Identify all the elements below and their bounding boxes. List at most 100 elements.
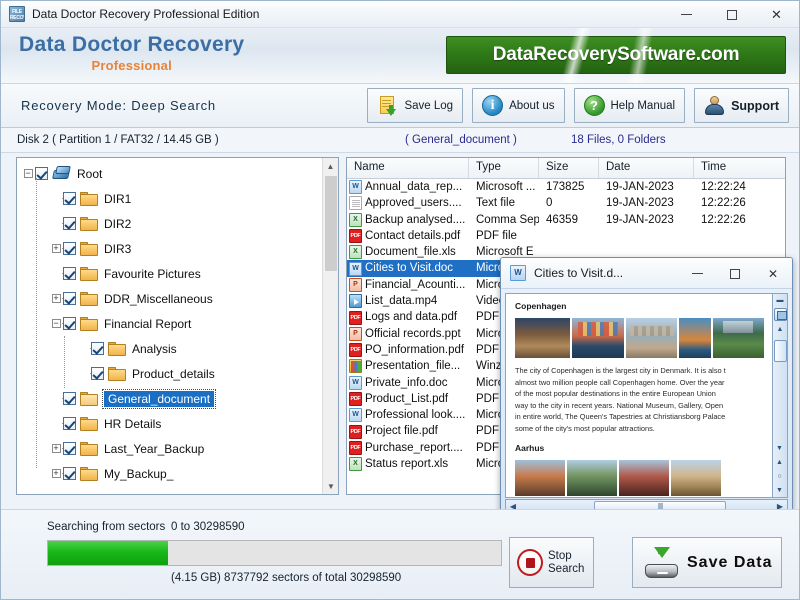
collapse-icon[interactable]: − — [21, 161, 35, 186]
preview-close-button[interactable]: ✕ — [754, 258, 792, 289]
preview-title: Cities to Visit.d... — [534, 266, 624, 280]
tree-checkbox[interactable] — [63, 267, 76, 280]
info-icon: i — [482, 95, 504, 116]
tree-checkbox[interactable] — [63, 317, 76, 330]
document-preview-window: W Cities to Visit.d... ✕ Copenhagen The … — [500, 257, 793, 537]
tree-node[interactable]: − Financial Report — [17, 311, 322, 336]
preview-paragraph-line: The city of Copenhagen is the largest ci… — [515, 366, 726, 375]
tree-node[interactable]: DIR1 — [17, 186, 322, 211]
save-data-button[interactable]: Save Data — [632, 537, 782, 588]
minimize-button[interactable] — [664, 1, 709, 28]
select-browse-object-icon[interactable] — [774, 308, 787, 321]
preview-vertical-scrollbar[interactable]: ▬ ▲ ▼ ▲ ○ ▼ — [773, 293, 788, 498]
preview-scroll-up-icon[interactable]: ▬ — [773, 294, 787, 307]
column-header-size[interactable]: Size — [539, 158, 599, 178]
tree-node[interactable]: Favourite Pictures — [17, 261, 322, 286]
expander-box[interactable]: + — [51, 244, 61, 253]
expander-box[interactable]: + — [51, 294, 61, 303]
preview-minimize-button[interactable] — [678, 258, 716, 289]
brand-title: Data Doctor Recovery — [19, 33, 245, 56]
tree-checkbox[interactable] — [63, 417, 76, 430]
main-body: − Root DIR1 DIR2 + DIR3 Favourite Pictures + DDR… — [1, 153, 799, 599]
tree-checkbox[interactable] — [63, 467, 76, 480]
tree-node[interactable]: − Root — [17, 161, 322, 186]
file-name-text: PO_information.pdf — [365, 343, 465, 356]
tree-node-label: Analysis — [132, 341, 177, 356]
word-doc-icon: W — [349, 375, 362, 390]
expand-icon[interactable]: + — [49, 236, 63, 261]
select-browse-circle-icon[interactable]: ○ — [773, 470, 786, 483]
preview-scroll-up-arrow-icon[interactable]: ▲ — [773, 323, 787, 336]
file-row[interactable]: Approved_users.... Text file 0 19-JAN-2023 1… — [347, 195, 785, 211]
column-header-type[interactable]: Type — [469, 158, 539, 178]
pdf-icon: PDF — [349, 229, 362, 244]
tree-scrollbar-thumb[interactable] — [325, 176, 337, 271]
folder-tree: − Root DIR1 DIR2 + DIR3 Favourite Pictures + DDR… — [17, 158, 322, 494]
expander-box[interactable]: + — [51, 469, 61, 478]
preview-maximize-button[interactable] — [716, 258, 754, 289]
file-time-cell: 12:22:24 — [701, 181, 746, 193]
expand-icon[interactable]: + — [49, 286, 63, 311]
folder-icon — [80, 241, 98, 256]
support-button[interactable]: Support — [694, 88, 789, 123]
preview-scroll-down-arrow-icon[interactable]: ▼ — [773, 442, 786, 455]
expander-box[interactable]: + — [51, 444, 61, 453]
file-date-cell: 19-JAN-2023 — [606, 197, 674, 210]
column-header-name[interactable]: Name — [347, 158, 469, 178]
save-log-button[interactable]: Save Log — [367, 88, 464, 123]
tree-checkbox[interactable] — [91, 367, 104, 380]
thumbnail-image — [712, 318, 764, 358]
save-log-label: Save Log — [404, 99, 454, 112]
previous-page-icon[interactable]: ▲ — [773, 456, 786, 469]
tree-node[interactable]: + DDR_Miscellaneous — [17, 286, 322, 311]
file-row[interactable]: PDF Contact details.pdf PDF file — [347, 228, 785, 244]
file-name-cell: PDF Purchase_report.... — [347, 440, 469, 456]
tree-node[interactable]: HR Details — [17, 411, 322, 436]
tree-checkbox[interactable] — [63, 217, 76, 230]
file-name-cell: P Official records.ppt — [347, 326, 469, 342]
tree-node[interactable]: + DIR3 — [17, 236, 322, 261]
tree-node[interactable]: + My_Backup_ — [17, 461, 322, 486]
column-header-date[interactable]: Date — [599, 158, 694, 178]
tree-scroll-up-icon[interactable]: ▲ — [323, 158, 338, 174]
file-row[interactable]: XBackup analysed.... Comma Sep... 46359 19-… — [347, 212, 785, 228]
help-manual-button[interactable]: ? Help Manual — [573, 88, 686, 123]
tree-gutter — [49, 411, 63, 436]
expander-box[interactable]: − — [51, 319, 61, 328]
close-button[interactable]: ✕ — [754, 1, 799, 28]
toolbar-buttons: Save Log i About us ? Help Manual Suppor… — [367, 88, 789, 123]
tree-node[interactable]: DIR2 — [17, 211, 322, 236]
preview-scrollbar-thumb[interactable] — [774, 340, 787, 362]
tree-node[interactable]: General_document — [17, 386, 322, 411]
file-date-cell — [599, 228, 694, 244]
file-name-cell: X Status report.xls — [347, 456, 469, 472]
file-row[interactable]: W Annual_data_rep... Microsoft ... 173825 19… — [347, 179, 785, 195]
tree-checkbox[interactable] — [63, 292, 76, 305]
tree-checkbox[interactable] — [63, 392, 76, 405]
tree-vertical-scrollbar[interactable]: ▲ ▼ — [322, 158, 338, 494]
tree-checkbox[interactable] — [63, 242, 76, 255]
tree-node[interactable]: + Last_Year_Backup — [17, 436, 322, 461]
expand-icon[interactable]: + — [49, 461, 63, 486]
collapse-icon[interactable]: − — [49, 311, 63, 336]
website-badge[interactable]: DataRecoverySoftware.com — [446, 36, 786, 74]
file-name-text: Product_List.pdf — [365, 392, 449, 405]
maximize-button[interactable] — [709, 1, 754, 28]
tree-checkbox[interactable] — [91, 342, 104, 355]
current-folder-label: ( General_document ) — [405, 134, 517, 146]
tree-checkbox[interactable] — [63, 192, 76, 205]
tree-checkbox[interactable] — [63, 442, 76, 455]
preview-document-area[interactable]: Copenhagen The city of Copenhagen is the… — [505, 293, 773, 498]
scan-progress-fill — [48, 541, 169, 565]
about-us-button[interactable]: i About us — [472, 88, 565, 123]
stop-search-button[interactable]: Stop Search — [509, 537, 594, 588]
expander-box[interactable]: − — [23, 169, 33, 178]
thumbnail-image — [679, 318, 711, 358]
tree-scroll-down-icon[interactable]: ▼ — [323, 478, 338, 494]
tree-node-label: DIR1 — [104, 191, 132, 206]
expand-icon[interactable]: + — [49, 436, 63, 461]
next-page-icon[interactable]: ▼ — [773, 484, 786, 497]
tree-node[interactable]: Analysis — [17, 336, 322, 361]
tree-node[interactable]: Product_details — [17, 361, 322, 386]
column-header-time[interactable]: Time — [694, 158, 785, 178]
